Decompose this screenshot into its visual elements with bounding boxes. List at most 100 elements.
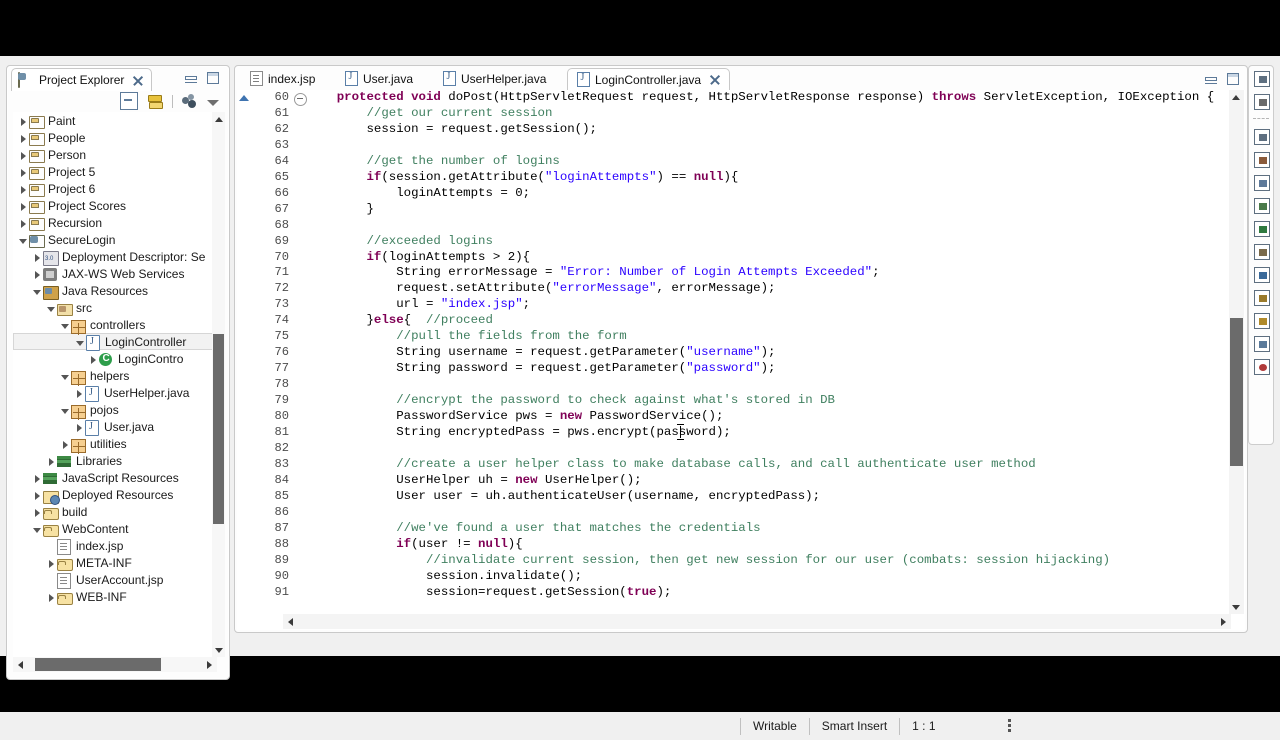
tree-item-useraccount-jsp[interactable]: UserAccount.jsp: [13, 571, 215, 589]
expand-arrow-icon[interactable]: [31, 472, 43, 484]
code-line[interactable]: [307, 505, 1229, 521]
tree-item-logincontroller[interactable]: LoginController: [13, 333, 215, 351]
expand-arrow-icon[interactable]: [17, 149, 29, 161]
tree-item-person[interactable]: Person: [13, 146, 215, 163]
expand-arrow-icon[interactable]: [17, 234, 29, 246]
code-line[interactable]: request.setAttribute("errorMessage", err…: [307, 281, 1229, 297]
code-line[interactable]: //create a user helper class to make dat…: [307, 457, 1229, 473]
code-line[interactable]: User user = uh.authenticateUser(username…: [307, 489, 1229, 505]
scroll-right-icon[interactable]: [203, 657, 217, 672]
folding-ruler[interactable]: [293, 90, 307, 630]
sync-icon[interactable]: [1252, 335, 1270, 352]
tree-item-src[interactable]: src: [13, 299, 215, 316]
tree-item-userhelper-java[interactable]: UserHelper.java: [13, 384, 215, 402]
editor-tab-userhelper-java[interactable]: UserHelper.java: [434, 68, 555, 89]
editor-vertical-scrollbar[interactable]: [1229, 90, 1244, 614]
tree-item-utilities[interactable]: utilities: [13, 435, 215, 454]
tree-item-helpers[interactable]: helpers: [13, 367, 215, 386]
collapse-all-icon[interactable]: [120, 92, 138, 110]
expand-arrow-icon[interactable]: [59, 370, 71, 382]
tree-item-project-6[interactable]: Project 6: [13, 180, 215, 197]
expand-arrow-icon[interactable]: [87, 353, 99, 365]
tree-item-index-jsp[interactable]: index.jsp: [13, 537, 215, 555]
close-icon[interactable]: [132, 75, 143, 86]
project-explorer-tab[interactable]: Project Explorer: [11, 68, 153, 91]
equalizer-icon[interactable]: [1252, 197, 1270, 214]
expand-arrow-icon[interactable]: [73, 387, 85, 399]
tree-item-deployed-resources[interactable]: Deployed Resources: [13, 486, 215, 505]
palette-icon[interactable]: [1252, 151, 1270, 168]
close-icon[interactable]: [709, 74, 720, 85]
marker-ruler[interactable]: [237, 90, 249, 630]
expand-arrow-icon[interactable]: [45, 302, 57, 314]
tree-item-pojos[interactable]: pojos: [13, 401, 215, 420]
expand-arrow-icon[interactable]: [31, 268, 43, 280]
code-line[interactable]: UserHelper uh = new UserHelper();: [307, 473, 1229, 489]
scrollbar-thumb[interactable]: [1230, 318, 1243, 466]
expand-arrow-icon[interactable]: [45, 455, 57, 467]
view-menu-icon[interactable]: [207, 100, 219, 106]
tree-item-user-java[interactable]: User.java: [13, 418, 215, 436]
tree-item-meta-inf[interactable]: META-INF: [13, 554, 215, 571]
expand-arrow-icon[interactable]: [45, 591, 57, 603]
tree-item-web-inf[interactable]: WEB-INF: [13, 588, 215, 605]
code-line[interactable]: if(session.getAttribute("loginAttempts")…: [307, 170, 1229, 186]
code-line[interactable]: [307, 218, 1229, 234]
expand-arrow-icon[interactable]: [59, 438, 71, 450]
scroll-down-icon[interactable]: [1229, 600, 1244, 614]
expand-arrow-icon[interactable]: [17, 132, 29, 144]
project-tree[interactable]: Paint People Person Project 5 Project 6 Proje…: [13, 112, 215, 657]
task-list-icon[interactable]: [1252, 93, 1270, 110]
tree-vertical-scrollbar[interactable]: [212, 112, 225, 657]
expand-arrow-icon[interactable]: [31, 506, 43, 518]
tree-item-libraries[interactable]: Libraries: [13, 452, 215, 469]
tree-horizontal-scrollbar[interactable]: [13, 657, 217, 672]
scroll-up-icon[interactable]: [1229, 90, 1244, 104]
code-line[interactable]: PasswordService pws = new PasswordServic…: [307, 409, 1229, 425]
expand-arrow-icon[interactable]: [73, 421, 85, 433]
code-line[interactable]: //exceeded logins: [307, 234, 1229, 250]
focus-icon[interactable]: [182, 93, 198, 109]
expand-arrow-icon[interactable]: [17, 200, 29, 212]
code-line[interactable]: String username = request.getParameter("…: [307, 345, 1229, 361]
code-line[interactable]: [307, 377, 1229, 393]
expand-arrow-icon[interactable]: [17, 183, 29, 195]
code-line[interactable]: url = "index.jsp";: [307, 297, 1229, 313]
expand-arrow-icon[interactable]: [17, 166, 29, 178]
tree-item-project-scores[interactable]: Project Scores: [13, 197, 215, 214]
tree-item-build[interactable]: build: [13, 503, 215, 520]
minimize-icon[interactable]: [1205, 75, 1217, 84]
problems-icon[interactable]: [1252, 358, 1270, 375]
editor-horizontal-scrollbar[interactable]: [283, 614, 1231, 629]
code-editor[interactable]: 60 61 62 63 64 65 66 67 68 69 70 71 72 73 74 75 76 77 78 79…: [237, 90, 1245, 630]
code-line[interactable]: if(loginAttempts > 2){: [307, 250, 1229, 266]
code-line[interactable]: //encrypt the password to check against …: [307, 393, 1229, 409]
maximize-icon[interactable]: [1227, 73, 1239, 85]
scroll-left-icon[interactable]: [283, 614, 297, 629]
tree-item-people[interactable]: People: [13, 129, 215, 146]
minimize-icon[interactable]: [185, 74, 197, 83]
expand-arrow-icon[interactable]: [31, 489, 43, 501]
tree-item-recursion[interactable]: Recursion: [13, 214, 215, 231]
tree-item-securelogin[interactable]: SecureLogin: [13, 231, 215, 248]
expand-arrow-icon[interactable]: [31, 285, 43, 297]
code-line[interactable]: if(user != null){: [307, 537, 1229, 553]
code-line[interactable]: //get the number of logins: [307, 154, 1229, 170]
scroll-left-icon[interactable]: [13, 657, 27, 672]
code-line[interactable]: loginAttempts = 0;: [307, 186, 1229, 202]
editor-tab-index-jsp[interactable]: index.jsp: [241, 68, 324, 89]
code-line[interactable]: String password = request.getParameter("…: [307, 361, 1229, 377]
debug-icon[interactable]: [1252, 289, 1270, 306]
properties-table-icon[interactable]: [1252, 174, 1270, 191]
expand-arrow-icon[interactable]: [45, 557, 57, 569]
code-line[interactable]: [307, 441, 1229, 457]
code-line[interactable]: //pull the fields from the form: [307, 329, 1229, 345]
tree-item-javascript-resources[interactable]: JavaScript Resources: [13, 469, 215, 486]
scroll-up-icon[interactable]: [212, 112, 225, 126]
tree-item-jax-ws-web-services[interactable]: JAX-WS Web Services: [13, 265, 215, 282]
expand-arrow-icon[interactable]: [31, 251, 43, 263]
outline-view-icon[interactable]: [1252, 70, 1270, 87]
package-explorer-icon[interactable]: [1252, 312, 1270, 329]
tree-item-controllers[interactable]: controllers: [13, 316, 215, 335]
code-line[interactable]: String errorMessage = "Error: Number of …: [307, 265, 1229, 281]
